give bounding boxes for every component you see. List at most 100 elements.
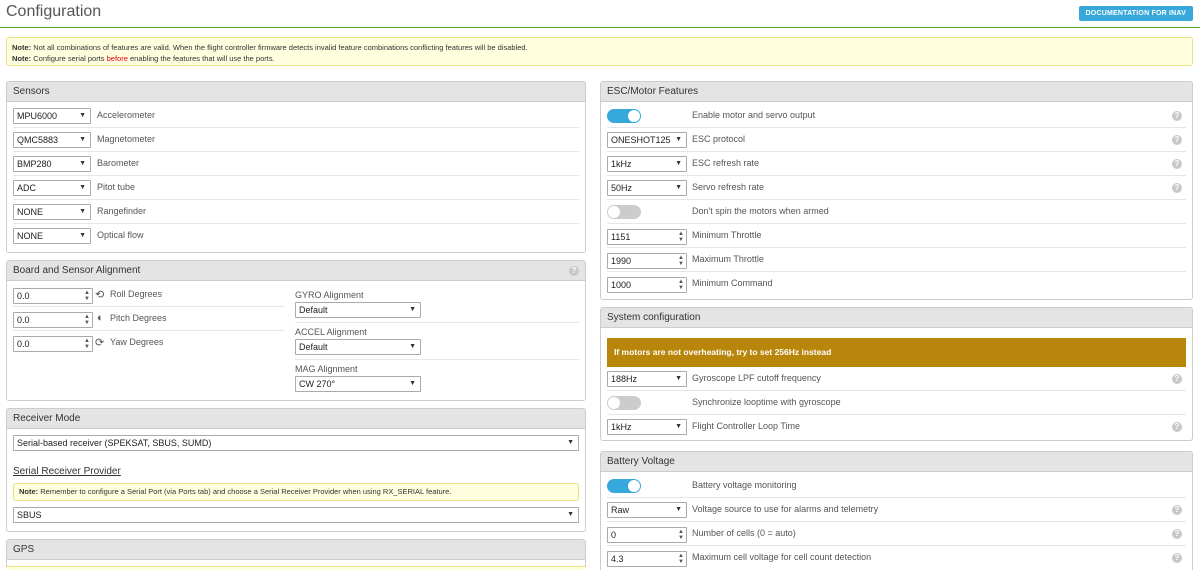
panel-title: GPS — [7, 540, 585, 560]
min-throttle-row: 1151 ▲ ▼ Minimum Throttle — [607, 225, 1186, 248]
panel-title: ESC/Motor Features — [601, 82, 1192, 102]
accel-alignment-select[interactable]: Default ▼ — [295, 339, 421, 355]
panel-title-text: Board and Sensor Alignment — [13, 265, 141, 276]
battery-panel: Battery Voltage Battery voltage monitori… — [600, 451, 1193, 570]
esc-refresh-select[interactable]: 1kHz ▼ — [607, 156, 687, 172]
roll-row: 0.0 ▲ ▼ ⟲ Roll Degrees — [13, 284, 285, 307]
chevron-down-icon: ▼ — [675, 160, 682, 167]
pitot-select[interactable]: ADC ▼ — [13, 180, 91, 196]
min-throttle-label: Minimum Throttle — [692, 230, 762, 240]
loop-time-select[interactable]: 1kHz ▼ — [607, 419, 687, 435]
gps-note-strip — [6, 566, 586, 570]
max-throttle-row: 1990 ▲ ▼ Maximum Throttle — [607, 249, 1186, 272]
cell-count-input[interactable]: 0 ▲ ▼ — [607, 527, 687, 543]
spinner-icon: ▲ ▼ — [84, 314, 90, 326]
loop-time-row: 1kHz ▼ Flight Controller Loop Time ? — [607, 416, 1186, 439]
sensor-label: Magnetometer — [97, 134, 156, 144]
help-icon[interactable]: ? — [1172, 505, 1182, 515]
accelerometer-select[interactable]: MPU6000 ▼ — [13, 108, 91, 124]
no-spin-row: Don't spin the motors when armed — [607, 201, 1186, 224]
mag-alignment-select[interactable]: CW 270° ▼ — [295, 376, 421, 392]
pitch-label: Pitch Degrees — [110, 313, 167, 323]
voltage-source-label: Voltage source to use for alarms and tel… — [692, 504, 879, 514]
chevron-down-icon: ▼ — [79, 112, 86, 119]
panel-title: Battery Voltage — [601, 452, 1192, 472]
panel-title: System configuration — [601, 308, 1192, 328]
min-command-label: Minimum Command — [692, 278, 773, 288]
sensor-row: QMC5883 ▼ Magnetometer — [13, 129, 579, 152]
help-icon[interactable]: ? — [1172, 422, 1182, 432]
pitch-input[interactable]: 0.0 ▲ ▼ — [13, 312, 93, 328]
page-title: Configuration — [6, 3, 102, 20]
sensor-row: NONE ▼ Optical flow — [13, 225, 579, 248]
chevron-down-icon: ▼ — [79, 160, 86, 167]
max-cell-voltage-row: 4.3 ▲ ▼ Maximum cell voltage for cell coun… — [607, 547, 1186, 570]
chevron-down-icon: ▼ — [79, 184, 86, 191]
help-icon[interactable]: ? — [1172, 135, 1182, 145]
spinner-icon: ▲ ▼ — [84, 338, 90, 350]
mag-alignment-label: MAG Alignment — [295, 364, 358, 374]
note-text: Remember to configure a Serial Port (via… — [38, 487, 452, 496]
chevron-down-icon: ▼ — [675, 423, 682, 430]
chevron-down-icon: ▼ — [675, 375, 682, 382]
sensor-row: ADC ▼ Pitot tube — [13, 177, 579, 200]
sensors-panel: Sensors MPU6000 ▼ Accelerometer QMC5883 ▼ … — [6, 81, 586, 253]
loop-time-label: Flight Controller Loop Time — [692, 421, 801, 431]
battery-monitoring-toggle[interactable] — [607, 479, 641, 493]
yaw-input[interactable]: 0.0 ▲ ▼ — [13, 336, 93, 352]
serial-provider-select[interactable]: SBUS ▼ — [13, 507, 579, 523]
barometer-select[interactable]: BMP280 ▼ — [13, 156, 91, 172]
gyro-alignment-select[interactable]: Default ▼ — [295, 302, 421, 318]
warning-banner: If motors are not overheating, try to se… — [607, 338, 1186, 367]
panel-title: Board and Sensor Alignment? — [7, 261, 585, 281]
chevron-down-icon: ▼ — [675, 506, 682, 513]
esc-protocol-row: ONESHOT125 ▼ ESC protocol ? — [607, 129, 1186, 152]
alignment-degrees: 0.0 ▲ ▼ ⟲ Roll Degrees 0.0 ▲ ▼ ◐ Pitch Degre… — [13, 284, 285, 354]
receiver-mode-select[interactable]: Serial-based receiver (SPEKSAT, SBUS, SU… — [13, 435, 579, 451]
sensor-label: Rangefinder — [97, 206, 147, 216]
chevron-down-icon: ▼ — [409, 343, 416, 350]
chevron-down-icon: ▼ — [567, 511, 574, 518]
esc-protocol-select[interactable]: ONESHOT125 ▼ — [607, 132, 687, 148]
sync-looptime-toggle[interactable] — [607, 396, 641, 410]
help-icon[interactable]: ? — [1172, 111, 1182, 121]
voltage-source-select[interactable]: Raw ▼ — [607, 502, 687, 518]
help-icon[interactable]: ? — [1172, 183, 1182, 193]
optical-flow-select[interactable]: NONE ▼ — [13, 228, 91, 244]
help-icon[interactable]: ? — [1172, 529, 1182, 539]
chevron-down-icon: ▼ — [409, 306, 416, 313]
feature-note: Note: Not all combinations of features a… — [6, 37, 1193, 66]
note-emphasis: before — [106, 54, 128, 63]
magnetometer-select[interactable]: QMC5883 ▼ — [13, 132, 91, 148]
documentation-button[interactable]: DOCUMENTATION FOR INAV — [1078, 6, 1193, 21]
min-throttle-input[interactable]: 1151 ▲ ▼ — [607, 229, 687, 245]
note-text: Not all combinations of features are val… — [31, 43, 528, 52]
no-spin-toggle[interactable] — [607, 205, 641, 219]
motor-output-toggle[interactable] — [607, 109, 641, 123]
chevron-down-icon: ▼ — [675, 184, 682, 191]
sensor-row: BMP280 ▼ Barometer — [13, 153, 579, 176]
chevron-down-icon: ▼ — [675, 136, 682, 143]
spinner-icon: ▲ ▼ — [678, 279, 684, 291]
max-throttle-input[interactable]: 1990 ▲ ▼ — [607, 253, 687, 269]
gyro-lpf-select[interactable]: 188Hz ▼ — [607, 371, 687, 387]
roll-input[interactable]: 0.0 ▲ ▼ — [13, 288, 93, 304]
help-icon[interactable]: ? — [569, 266, 579, 276]
rangefinder-select[interactable]: NONE ▼ — [13, 204, 91, 220]
servo-refresh-row: 50Hz ▼ Servo refresh rate ? — [607, 177, 1186, 200]
servo-refresh-select[interactable]: 50Hz ▼ — [607, 180, 687, 196]
accel-alignment-label: ACCEL Alignment — [295, 327, 367, 337]
receiver-note: Note: Remember to configure a Serial Por… — [13, 483, 579, 501]
min-command-input[interactable]: 1000 ▲ ▼ — [607, 277, 687, 293]
help-icon[interactable]: ? — [1172, 553, 1182, 563]
spinner-icon: ▲ ▼ — [678, 231, 684, 243]
help-icon[interactable]: ? — [1172, 374, 1182, 384]
no-spin-label: Don't spin the motors when armed — [692, 206, 829, 216]
servo-refresh-label: Servo refresh rate — [692, 182, 765, 192]
max-cell-voltage-input[interactable]: 4.3 ▲ ▼ — [607, 551, 687, 567]
sync-looptime-row: Synchronize looptime with gyroscope — [607, 392, 1186, 415]
sensor-row: MPU6000 ▼ Accelerometer — [13, 105, 579, 128]
sensor-label: Accelerometer — [97, 110, 156, 120]
spinner-icon: ▲ ▼ — [678, 255, 684, 267]
help-icon[interactable]: ? — [1172, 159, 1182, 169]
